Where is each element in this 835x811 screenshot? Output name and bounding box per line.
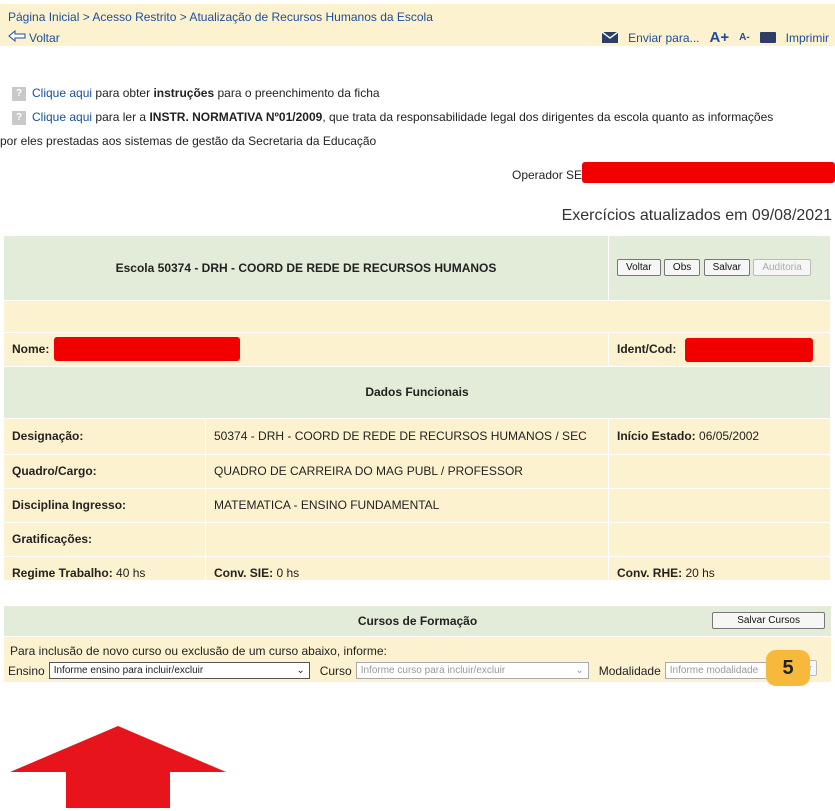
school-title: Escola 50374 - DRH - COORD DE REDE DE RE… — [4, 236, 609, 301]
curso-select-value: Informe curso para incluir/excluir — [360, 665, 506, 676]
envelope-icon[interactable] — [602, 32, 619, 43]
convsie-label: Conv. SIE: — [214, 566, 274, 580]
step-badge: 5 — [766, 650, 810, 686]
convrhe-value: 20 hs — [685, 566, 715, 580]
back-link[interactable]: Voltar — [8, 29, 60, 45]
convsie-cell: Conv. SIE: 0 hs — [205, 556, 609, 591]
designacao-label: Designação: — [4, 418, 206, 455]
disciplina-label: Disciplina Ingresso: — [4, 488, 206, 523]
toolbar: Enviar para... A+ A- Imprimir — [602, 29, 829, 46]
instructions-line: ? Clique aqui para obter instruções para … — [0, 86, 380, 101]
inicio-value: 06/05/2002 — [699, 429, 760, 443]
back-arrow-icon — [8, 29, 26, 45]
operator-label: Operador SE: — [512, 168, 586, 182]
print-link[interactable]: Imprimir — [786, 31, 829, 45]
back-label: Voltar — [29, 30, 60, 45]
regime-cell: Regime Trabalho: 40 hs — [4, 556, 206, 591]
salvar-button[interactable]: Salvar — [703, 259, 750, 277]
normativa-line-continued: por eles prestadas aos sistemas de gestã… — [0, 134, 377, 148]
chevron-down-icon: ⌄ — [575, 665, 584, 676]
ident-label: Ident/Cod: — [617, 342, 677, 356]
gratificacoes-label: Gratificações: — [4, 522, 206, 557]
modalidade-label: Modalidade — [598, 663, 661, 678]
convsie-value: 0 hs — [276, 566, 300, 580]
curso-select[interactable]: Informe curso para incluir/excluir ⌄ — [355, 662, 589, 679]
normativa-text-pre: para ler a — [95, 110, 147, 124]
designacao-value: 50374 - DRH - COORD DE REDE DE RECURSOS … — [205, 418, 609, 455]
top-bar: Página Inicial > Acesso Restrito > Atual… — [0, 4, 835, 46]
cursos-title: Cursos de Formação — [357, 614, 478, 628]
school-panel: Escola 50374 - DRH - COORD DE REDE DE RE… — [4, 236, 831, 591]
empty-cell — [205, 522, 609, 557]
redacted-ident — [685, 338, 813, 362]
exercises-updated-text: Exercícios atualizados em 09/08/2021 — [561, 207, 832, 224]
convrhe-cell: Conv. RHE: 20 hs — [608, 556, 831, 591]
help-icon: ? — [12, 86, 26, 101]
instructions-text-bold: instruções — [153, 86, 215, 100]
empty-cell — [608, 454, 831, 489]
cursos-form: Ensino Informe ensino para incluir/exclu… — [8, 662, 795, 679]
empty-cell — [608, 488, 831, 523]
nome-label: Nome: — [12, 342, 50, 356]
instructions-text-pre: para obter — [95, 86, 151, 100]
inicio-label: Início Estado: — [617, 429, 696, 443]
quadro-label: Quadro/Cargo: — [4, 454, 206, 489]
ensino-label: Ensino — [8, 663, 45, 678]
chevron-down-icon: ⌄ — [296, 665, 305, 676]
school-actions: Voltar Obs Salvar Auditoria — [608, 236, 831, 301]
regime-label: Regime Trabalho: — [12, 566, 113, 580]
school-table: Escola 50374 - DRH - COORD DE REDE DE RE… — [4, 236, 831, 591]
empty-row — [4, 300, 831, 333]
ensino-select-value: Informe ensino para incluir/excluir — [53, 665, 204, 676]
convrhe-label: Conv. RHE: — [617, 566, 683, 580]
inicio-cell: Início Estado: 06/05/2002 — [608, 418, 831, 455]
font-increase-button[interactable]: A+ — [710, 29, 730, 46]
auditoria-button[interactable]: Auditoria — [753, 259, 811, 277]
normativa-link[interactable]: Clique aqui — [32, 110, 92, 124]
voltar-button[interactable]: Voltar — [617, 259, 661, 277]
disciplina-value: MATEMATICA - ENSINO FUNDAMENTAL — [205, 488, 609, 523]
red-arrow-icon — [10, 726, 226, 811]
send-to-link[interactable]: Enviar para... — [628, 31, 699, 45]
cursos-instruction: Para inclusão de novo curso ou exclusão … — [10, 644, 387, 658]
instructions-text-post: para o preenchimento da ficha — [217, 86, 380, 100]
redacted-name — [54, 337, 240, 361]
modalidade-select-value: Informe modalidade — [669, 665, 759, 676]
redacted-operator — [582, 162, 835, 183]
normativa-text-bold: INSTR. NORMATIVA Nº01/2009 — [149, 110, 323, 124]
instructions-link[interactable]: Clique aqui — [32, 86, 92, 100]
normativa-line: ? Clique aqui para ler a INSTR. NORMATIVA… — [0, 110, 773, 125]
empty-cell — [608, 522, 831, 557]
ensino-select[interactable]: Informe ensino para incluir/excluir ⌄ — [48, 662, 310, 679]
font-decrease-button[interactable]: A- — [739, 32, 750, 43]
printer-icon[interactable] — [759, 32, 776, 43]
curso-label: Curso — [319, 663, 352, 678]
salvar-cursos-button[interactable]: Salvar Cursos — [712, 612, 825, 629]
obs-button[interactable]: Obs — [663, 259, 701, 277]
normativa-text-post: , que trata da responsabilidade legal do… — [322, 110, 774, 124]
regime-value: 40 hs — [116, 566, 146, 580]
help-icon: ? — [12, 110, 26, 125]
breadcrumb[interactable]: Página Inicial > Acesso Restrito > Atual… — [8, 10, 433, 24]
section-dados-funcionais: Dados Funcionais — [4, 366, 831, 419]
quadro-value: QUADRO DE CARREIRA DO MAG PUBL / PROFESS… — [205, 454, 609, 489]
cursos-header: Cursos de Formação Salvar Cursos — [4, 606, 831, 637]
